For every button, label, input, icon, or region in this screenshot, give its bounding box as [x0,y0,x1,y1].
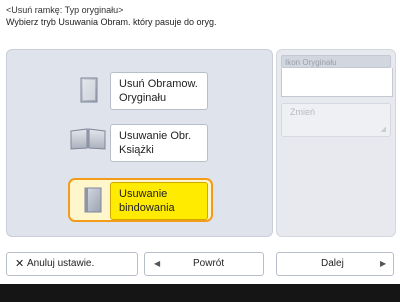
left-arrow-icon: ◀ [154,259,161,268]
option-usuwanie-bindowania-button[interactable]: Usuwanie bindowania [110,182,208,220]
original-icon-preview [281,68,393,97]
option-label-line1: Usuń Obramow. [119,78,198,90]
open-book-icon [70,128,106,155]
screen-title: <Usuń ramkę: Typ oryginału> [6,5,124,15]
cancel-label: Anuluj ustawie. [27,258,95,269]
cancel-settings-button[interactable]: ✕ Anuluj ustawie. [6,252,138,276]
back-label: Powrót [193,258,225,269]
original-icon-panel: Ikon Oryginału Zmień ◢ [276,49,396,237]
close-icon: ✕ [15,258,25,270]
option-label-line1: Usuwanie [119,188,168,200]
option-label-line2: bindowania [119,202,175,214]
footer-bar [0,284,400,302]
option-label-line1: Usuwanie Obr. [119,130,192,142]
option-label-line2: Oryginału [119,92,167,104]
right-arrow-icon: ▶ [380,259,387,268]
option-usuwanie-obr-ksiazki-button[interactable]: Usuwanie Obr. Książki [110,124,208,162]
bound-document-icon [84,187,102,218]
change-label: Zmień [290,107,316,117]
header: <Usuń ramkę: Typ oryginału> Wybierz tryb… [6,4,394,28]
document-page-icon [80,77,98,108]
option-label-line2: Książki [119,144,154,156]
instruction-text: Wybierz tryb Usuwania Obram. który pasuj… [6,17,217,27]
next-label: Dalej [321,258,344,269]
corner-arrow-icon: ◢ [380,126,386,133]
option-usun-obramow-oryginalu-button[interactable]: Usuń Obramow. Oryginału [110,72,208,110]
change-button[interactable]: Zmień ◢ [281,103,391,137]
screen: <Usuń ramkę: Typ oryginału> Wybierz tryb… [0,0,400,302]
next-button[interactable]: Dalej ▶ [276,252,394,276]
back-button[interactable]: ◀ Powrót [144,252,264,276]
original-icon-header: Ikon Oryginału [281,55,391,68]
